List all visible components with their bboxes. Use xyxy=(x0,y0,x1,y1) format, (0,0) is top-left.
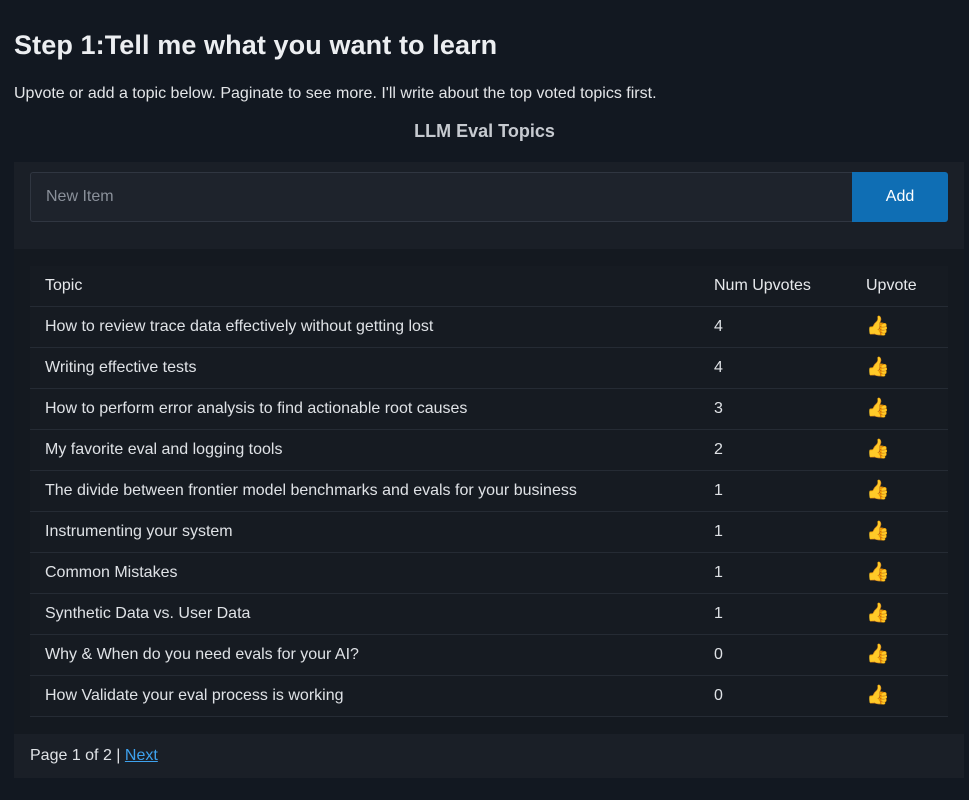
num-upvotes-cell: 1 xyxy=(699,470,851,512)
thumbs-up-icon[interactable]: 👍 xyxy=(866,399,890,418)
num-upvotes-cell: 1 xyxy=(699,593,851,635)
upvote-cell: 👍 xyxy=(851,634,948,676)
table-row: Writing effective tests 4 👍 xyxy=(30,347,948,389)
thumbs-up-icon[interactable]: 👍 xyxy=(866,440,890,459)
table-header-row: Topic Num Upvotes Upvote xyxy=(30,266,948,307)
upvote-cell: 👍 xyxy=(851,347,948,389)
thumbs-up-icon[interactable]: 👍 xyxy=(866,358,890,377)
table-row: How to perform error analysis to find ac… xyxy=(30,388,948,430)
thumbs-up-icon[interactable]: 👍 xyxy=(866,645,890,664)
thumbs-up-icon[interactable]: 👍 xyxy=(866,481,890,500)
upvote-cell: 👍 xyxy=(851,306,948,348)
table-row: How to review trace data effectively wit… xyxy=(30,306,948,348)
topic-cell: Instrumenting your system xyxy=(30,511,699,553)
topic-cell: Writing effective tests xyxy=(30,347,699,389)
table-row: My favorite eval and logging tools 2 👍 xyxy=(30,429,948,471)
page-title: Step 1:Tell me what you want to learn xyxy=(14,30,498,60)
thumbs-up-icon[interactable]: 👍 xyxy=(866,604,890,623)
topic-cell: My favorite eval and logging tools xyxy=(30,429,699,471)
new-item-input[interactable] xyxy=(30,172,852,222)
upvote-cell: 👍 xyxy=(851,593,948,635)
table-row: Instrumenting your system 1 👍 xyxy=(30,511,948,553)
table-row: Common Mistakes 1 👍 xyxy=(30,552,948,594)
upvote-cell: 👍 xyxy=(851,470,948,512)
num-upvotes-cell: 0 xyxy=(699,675,851,717)
page: Step 1:Tell me what you want to learn Up… xyxy=(0,0,969,800)
num-upvotes-cell: 3 xyxy=(699,388,851,430)
page-subtitle: Upvote or add a topic below. Paginate to… xyxy=(14,85,657,102)
table-container: Topic Num Upvotes Upvote How to review t… xyxy=(14,249,964,734)
topic-cell: Why & When do you need evals for your AI… xyxy=(30,634,699,676)
upvote-cell: 👍 xyxy=(851,388,948,430)
table-body: How to review trace data effectively wit… xyxy=(30,306,948,717)
thumbs-up-icon[interactable]: 👍 xyxy=(866,317,890,336)
topic-cell: Synthetic Data vs. User Data xyxy=(30,593,699,635)
add-button[interactable]: Add xyxy=(852,172,948,222)
pagination: Page 1 of 2 | Next xyxy=(30,747,158,765)
upvote-cell: 👍 xyxy=(851,429,948,471)
num-upvotes-cell: 1 xyxy=(699,511,851,553)
num-upvotes-cell: 2 xyxy=(699,429,851,471)
pagination-separator: | xyxy=(116,747,121,764)
num-upvotes-cell: 0 xyxy=(699,634,851,676)
column-header-topic: Topic xyxy=(30,266,699,307)
topics-table: Topic Num Upvotes Upvote How to review t… xyxy=(30,266,948,717)
next-page-link[interactable]: Next xyxy=(125,747,158,764)
column-header-num-upvotes: Num Upvotes xyxy=(699,266,851,307)
table-row: How Validate your eval process is workin… xyxy=(30,675,948,717)
column-header-upvote: Upvote xyxy=(851,266,948,307)
section-title: LLM Eval Topics xyxy=(414,121,555,141)
table-row: The divide between frontier model benchm… xyxy=(30,470,948,512)
thumbs-up-icon[interactable]: 👍 xyxy=(866,686,890,705)
thumbs-up-icon[interactable]: 👍 xyxy=(866,563,890,582)
num-upvotes-cell: 4 xyxy=(699,347,851,389)
page-status: Page 1 of 2 xyxy=(30,747,112,764)
upvote-cell: 👍 xyxy=(851,675,948,717)
table-row: Why & When do you need evals for your AI… xyxy=(30,634,948,676)
upvote-cell: 👍 xyxy=(851,511,948,553)
topic-cell: Common Mistakes xyxy=(30,552,699,594)
topic-cell: The divide between frontier model benchm… xyxy=(30,470,699,512)
topic-cell: How to perform error analysis to find ac… xyxy=(30,388,699,430)
topics-panel: Add Topic Num Upvotes Upvote How to revi… xyxy=(14,162,964,778)
topic-cell: How Validate your eval process is workin… xyxy=(30,675,699,717)
num-upvotes-cell: 1 xyxy=(699,552,851,594)
add-item-form: Add xyxy=(30,172,948,222)
num-upvotes-cell: 4 xyxy=(699,306,851,348)
table-row: Synthetic Data vs. User Data 1 👍 xyxy=(30,593,948,635)
topic-cell: How to review trace data effectively wit… xyxy=(30,306,699,348)
thumbs-up-icon[interactable]: 👍 xyxy=(866,522,890,541)
upvote-cell: 👍 xyxy=(851,552,948,594)
